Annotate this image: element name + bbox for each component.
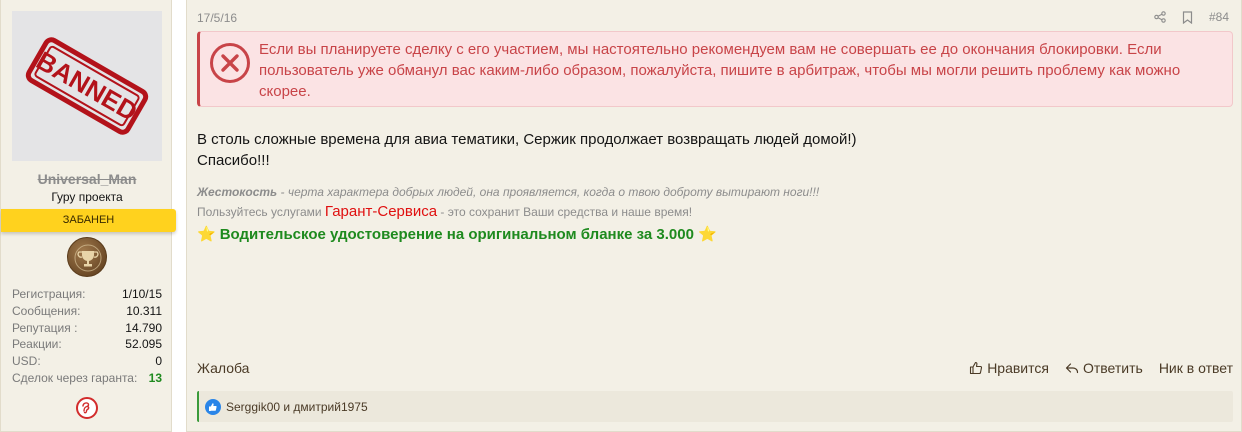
banned-stamp-image: BANNED <box>25 37 149 135</box>
ad-text[interactable]: Водительское удостоверение на оригинальн… <box>220 224 694 246</box>
username[interactable]: Universal_Man <box>1 171 173 187</box>
star-icon: ⭐ <box>197 226 216 243</box>
post-text-line: В столь сложные времена для авиа тематик… <box>197 131 857 148</box>
avatar[interactable]: BANNED <box>12 11 162 161</box>
stat-usd: USD: 0 <box>12 354 162 369</box>
banned-banner: ЗАБАНЕН <box>1 209 176 232</box>
user-title: Гуру проекта <box>51 190 123 204</box>
like-button[interactable]: Нравится <box>969 360 1049 376</box>
signature-ad[interactable]: ⭐ Водительское удостоверение на оригинал… <box>197 224 1227 246</box>
ban-warning: Если вы планируете сделку с его участием… <box>197 31 1233 107</box>
reply-button[interactable]: Ответить <box>1065 360 1143 376</box>
post-date[interactable]: 17/5/16 <box>197 11 237 25</box>
share-icon[interactable] <box>1154 11 1166 23</box>
ear-icon[interactable] <box>76 397 98 419</box>
mention-button[interactable]: Ник в ответ <box>1159 360 1233 376</box>
like-reaction-icon <box>205 398 221 415</box>
star-icon: ⭐ <box>697 226 717 243</box>
post-number[interactable]: #84 <box>1209 10 1229 24</box>
stat-reputation: Репутация : 14.790 <box>12 320 162 335</box>
trophy-icon[interactable] <box>67 237 107 277</box>
error-circle-icon <box>210 43 250 83</box>
reactions-bar[interactable]: Serggik00 и дмитрий1975 <box>197 391 1233 422</box>
garant-service-link[interactable]: Гарант-Сервиса <box>325 203 437 220</box>
reply-label: Ответить <box>1082 360 1143 376</box>
footer-actions: Нравится Ответить Ник в ответ <box>969 360 1233 376</box>
post-footer: Жалоба Нравится Ответить Ник в ответ <box>197 358 1233 378</box>
signature: Жестокость - черта характера добрых люде… <box>197 184 1227 246</box>
signature-quote-rest: - черта характера добрых людей, она проя… <box>277 185 820 199</box>
signature-quote: Жестокость - черта характера добрых люде… <box>197 184 1227 204</box>
user-sidebar: BANNED Universal_Man Гуру проекта ЗАБАНЕ… <box>0 0 176 432</box>
post-text-line: Спасибо!!! <box>197 152 270 169</box>
stat-reactions: Реакции: 52.095 <box>12 337 162 352</box>
warning-text: Если вы планируете сделку с его участием… <box>259 41 1181 100</box>
signature-promo: Пользуйтесь услугами Гарант-Сервиса - эт… <box>197 204 1227 224</box>
stat-messages: Сообщения: 10.311 <box>12 303 162 318</box>
promo-prefix: Пользуйтесь услугами <box>197 205 325 219</box>
post-actions: #84 <box>1154 10 1229 24</box>
signature-quote-bold: Жестокость <box>197 185 278 199</box>
stat-registration: Регистрация: 1/10/15 <box>12 287 162 301</box>
reply-icon <box>1065 363 1079 374</box>
thumbs-up-icon <box>970 361 983 375</box>
mention-label: Ник в ответ <box>1158 360 1233 376</box>
stat-guarantor-deals: Сделок через гаранта: 13 <box>12 370 162 385</box>
post-body: В столь сложные времена для авиа тематик… <box>197 129 1227 171</box>
message-cell: 17/5/16 #84 Если вы планируете сделку с … <box>186 0 1242 432</box>
bookmark-icon[interactable] <box>1182 10 1193 24</box>
reactions-text[interactable]: Serggik00 и дмитрий1975 <box>226 400 368 414</box>
report-link[interactable]: Жалоба <box>197 360 249 376</box>
like-label: Нравится <box>987 360 1049 376</box>
promo-suffix: - это сохранит Ваши средства и наше врем… <box>437 205 693 219</box>
user-stats: Регистрация: 1/10/15 Сообщения: 10.311 Р… <box>12 286 162 387</box>
